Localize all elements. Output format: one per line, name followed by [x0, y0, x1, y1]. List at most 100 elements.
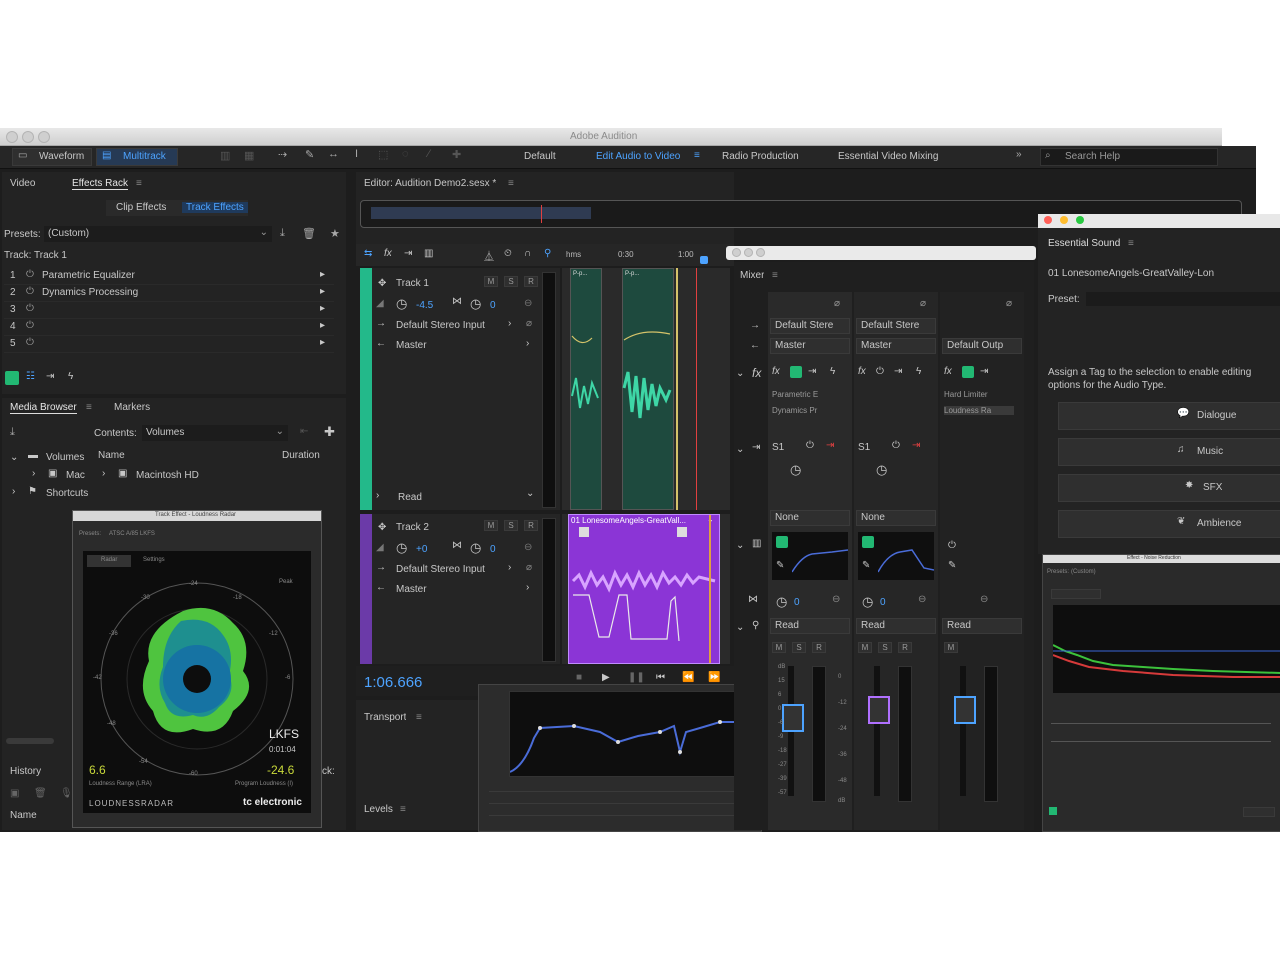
insert-icon[interactable]: ⇥ — [980, 366, 988, 377]
fx-slot[interactable]: Parametric E — [772, 390, 842, 399]
send-knob-icon[interactable]: ◷ — [790, 462, 801, 478]
mute-button[interactable]: M — [772, 642, 786, 653]
dialogue-button[interactable]: 💬 Dialogue — [1058, 402, 1280, 430]
rack-power-button[interactable] — [5, 371, 19, 385]
volume-fader[interactable] — [782, 704, 804, 732]
chevron-right-icon[interactable]: › — [526, 582, 529, 593]
volume-knob-icon[interactable]: ◷ — [396, 296, 407, 312]
volume-value[interactable]: +0 — [416, 544, 427, 555]
workspace-essential-video-mixing[interactable]: Essential Video Mixing — [838, 151, 938, 162]
chevron-down-icon[interactable]: ⌄ — [10, 452, 18, 463]
pencil-icon[interactable]: ✎ — [776, 560, 784, 571]
chevron-right-icon[interactable]: ▸ — [320, 286, 325, 297]
chevron-right-icon[interactable]: › — [376, 490, 379, 501]
ambience-button[interactable]: ❦ Ambience — [1058, 510, 1280, 538]
pan-value[interactable]: 0 — [794, 597, 800, 608]
phase-icon[interactable]: ⌀ — [920, 298, 926, 309]
multitrack-button[interactable]: ▤ Multitrack — [96, 148, 178, 166]
pan-value[interactable]: 0 — [880, 597, 886, 608]
power-icon[interactable]: ⏻ — [26, 269, 34, 280]
eq-graph[interactable] — [509, 691, 755, 777]
presets-dropdown[interactable]: (Custom) ⌄ — [44, 226, 272, 242]
insert-icon[interactable]: ⇥ — [894, 366, 902, 377]
back-arrow-icon[interactable]: ⇤ — [300, 426, 308, 437]
fx-icon[interactable]: fx — [384, 248, 392, 259]
tree-mac[interactable]: Mac — [66, 470, 92, 481]
razor-tool-icon[interactable]: ✎ — [305, 148, 314, 161]
volume-knob-icon[interactable]: ◷ — [396, 540, 407, 556]
editor-title[interactable]: Editor: Audition Demo2.sesx * — [364, 178, 496, 189]
history-icon[interactable]: ▣ — [10, 788, 19, 799]
insert-icon[interactable]: ⇥ — [46, 371, 54, 382]
marquee-icon[interactable]: ⬚ — [378, 148, 388, 161]
eq-power-button[interactable] — [776, 536, 788, 548]
snap-icon[interactable]: ⚲ — [544, 248, 551, 259]
star-icon[interactable]: ★ — [330, 227, 340, 240]
subtab-track-effects[interactable]: Track Effects — [182, 202, 248, 213]
effect-slot[interactable]: 4 ⏻ ▸ — [4, 319, 334, 336]
lightning-icon[interactable]: ϟ — [830, 366, 835, 377]
column-duration[interactable]: Duration — [282, 450, 320, 461]
panel-menu-icon[interactable]: ≡ — [136, 178, 142, 189]
track-name[interactable]: Track 2 — [396, 522, 429, 533]
channel-input[interactable]: Default Stere — [856, 318, 936, 334]
solo-button[interactable]: S — [504, 276, 518, 287]
chevron-right-icon[interactable]: › — [526, 338, 529, 349]
headphones-icon[interactable]: ∩ — [524, 248, 531, 259]
tab-media-browser[interactable]: Media Browser — [10, 402, 77, 414]
time-selection-icon[interactable]: I — [355, 148, 358, 160]
mute-button[interactable]: M — [858, 642, 872, 653]
channel-output[interactable]: Master — [770, 338, 850, 354]
send-target[interactable]: None — [770, 510, 850, 526]
chevron-down-icon[interactable]: ⌄ — [736, 444, 744, 455]
stereo-icon[interactable]: ⊖ — [524, 298, 532, 309]
item-macintosh-hd[interactable]: Macintosh HD — [136, 470, 199, 481]
solo-button[interactable]: S — [792, 642, 806, 653]
effect-slot[interactable]: 5 ⏻ ▸ — [4, 336, 334, 353]
tree-shortcuts[interactable]: Shortcuts — [46, 488, 92, 499]
trash-icon[interactable]: 🗑 — [302, 227, 316, 240]
fast-forward-icon[interactable]: ⏩ — [708, 672, 720, 683]
capture-noise-print-button[interactable] — [1051, 589, 1101, 599]
effect-slot[interactable]: 1 ⏻ Parametric Equalizer ▸ — [4, 268, 334, 285]
chevron-right-icon[interactable]: ▸ — [320, 337, 325, 348]
waveform-button[interactable]: ▭ Waveform — [12, 148, 92, 166]
chevron-down-icon[interactable]: ⌄ — [526, 488, 534, 499]
add-shortcut-icon[interactable]: ✚ — [324, 424, 335, 440]
pan-knob-icon[interactable]: ◷ — [470, 296, 481, 312]
stereo-icon[interactable]: ⊖ — [524, 542, 532, 553]
mute-button[interactable]: M — [484, 276, 498, 287]
power-icon[interactable]: ⏻ — [26, 337, 34, 348]
minimize-window-button[interactable] — [1060, 216, 1068, 224]
chevron-right-icon[interactable]: › — [32, 468, 35, 479]
chevron-right-icon[interactable]: › — [102, 468, 105, 479]
send-knob-icon[interactable]: ◷ — [876, 462, 887, 478]
play-icon[interactable]: ▶ — [602, 672, 610, 683]
fx-icon[interactable]: fx — [772, 366, 780, 377]
power-icon[interactable]: ⏻ — [806, 440, 814, 451]
pause-icon[interactable]: ❚❚ — [628, 672, 645, 683]
preset-dropdown[interactable] — [1086, 292, 1280, 306]
contents-dropdown[interactable]: Volumes ⌄ — [142, 425, 288, 441]
panel-menu-icon[interactable]: ≡ — [86, 402, 92, 413]
panel-menu-icon[interactable]: ≡ — [400, 804, 406, 815]
chevron-down-icon[interactable]: ⌄ — [736, 540, 744, 551]
nr-power-button[interactable] — [1049, 807, 1057, 815]
chevron-right-icon[interactable]: ▸ — [320, 269, 325, 280]
power-icon[interactable]: ⏻ — [892, 440, 900, 451]
track-output[interactable]: Master — [396, 584, 427, 595]
effect-slot[interactable]: 3 ⏻ ▸ — [4, 302, 334, 319]
fx-icon[interactable]: fx — [944, 366, 952, 377]
microphone-icon[interactable]: 🎙 — [60, 788, 73, 799]
loudness-preset-value[interactable]: ATSC A/85 LKFS — [109, 531, 155, 537]
tree-volumes[interactable]: Volumes — [46, 452, 84, 463]
power-icon[interactable]: ⏻ — [26, 286, 34, 297]
chevron-down-icon[interactable]: ⌄ — [736, 622, 744, 633]
volume-value[interactable]: -4.5 — [416, 300, 433, 311]
brush-icon[interactable]: ∕ — [428, 148, 430, 160]
sfx-button[interactable]: ✸ SFX — [1058, 474, 1280, 502]
pencil-icon[interactable]: ✎ — [862, 560, 870, 571]
send-target[interactable]: None — [856, 510, 936, 526]
record-arm-button[interactable]: R — [812, 642, 826, 653]
close-window-button[interactable] — [1044, 216, 1052, 224]
